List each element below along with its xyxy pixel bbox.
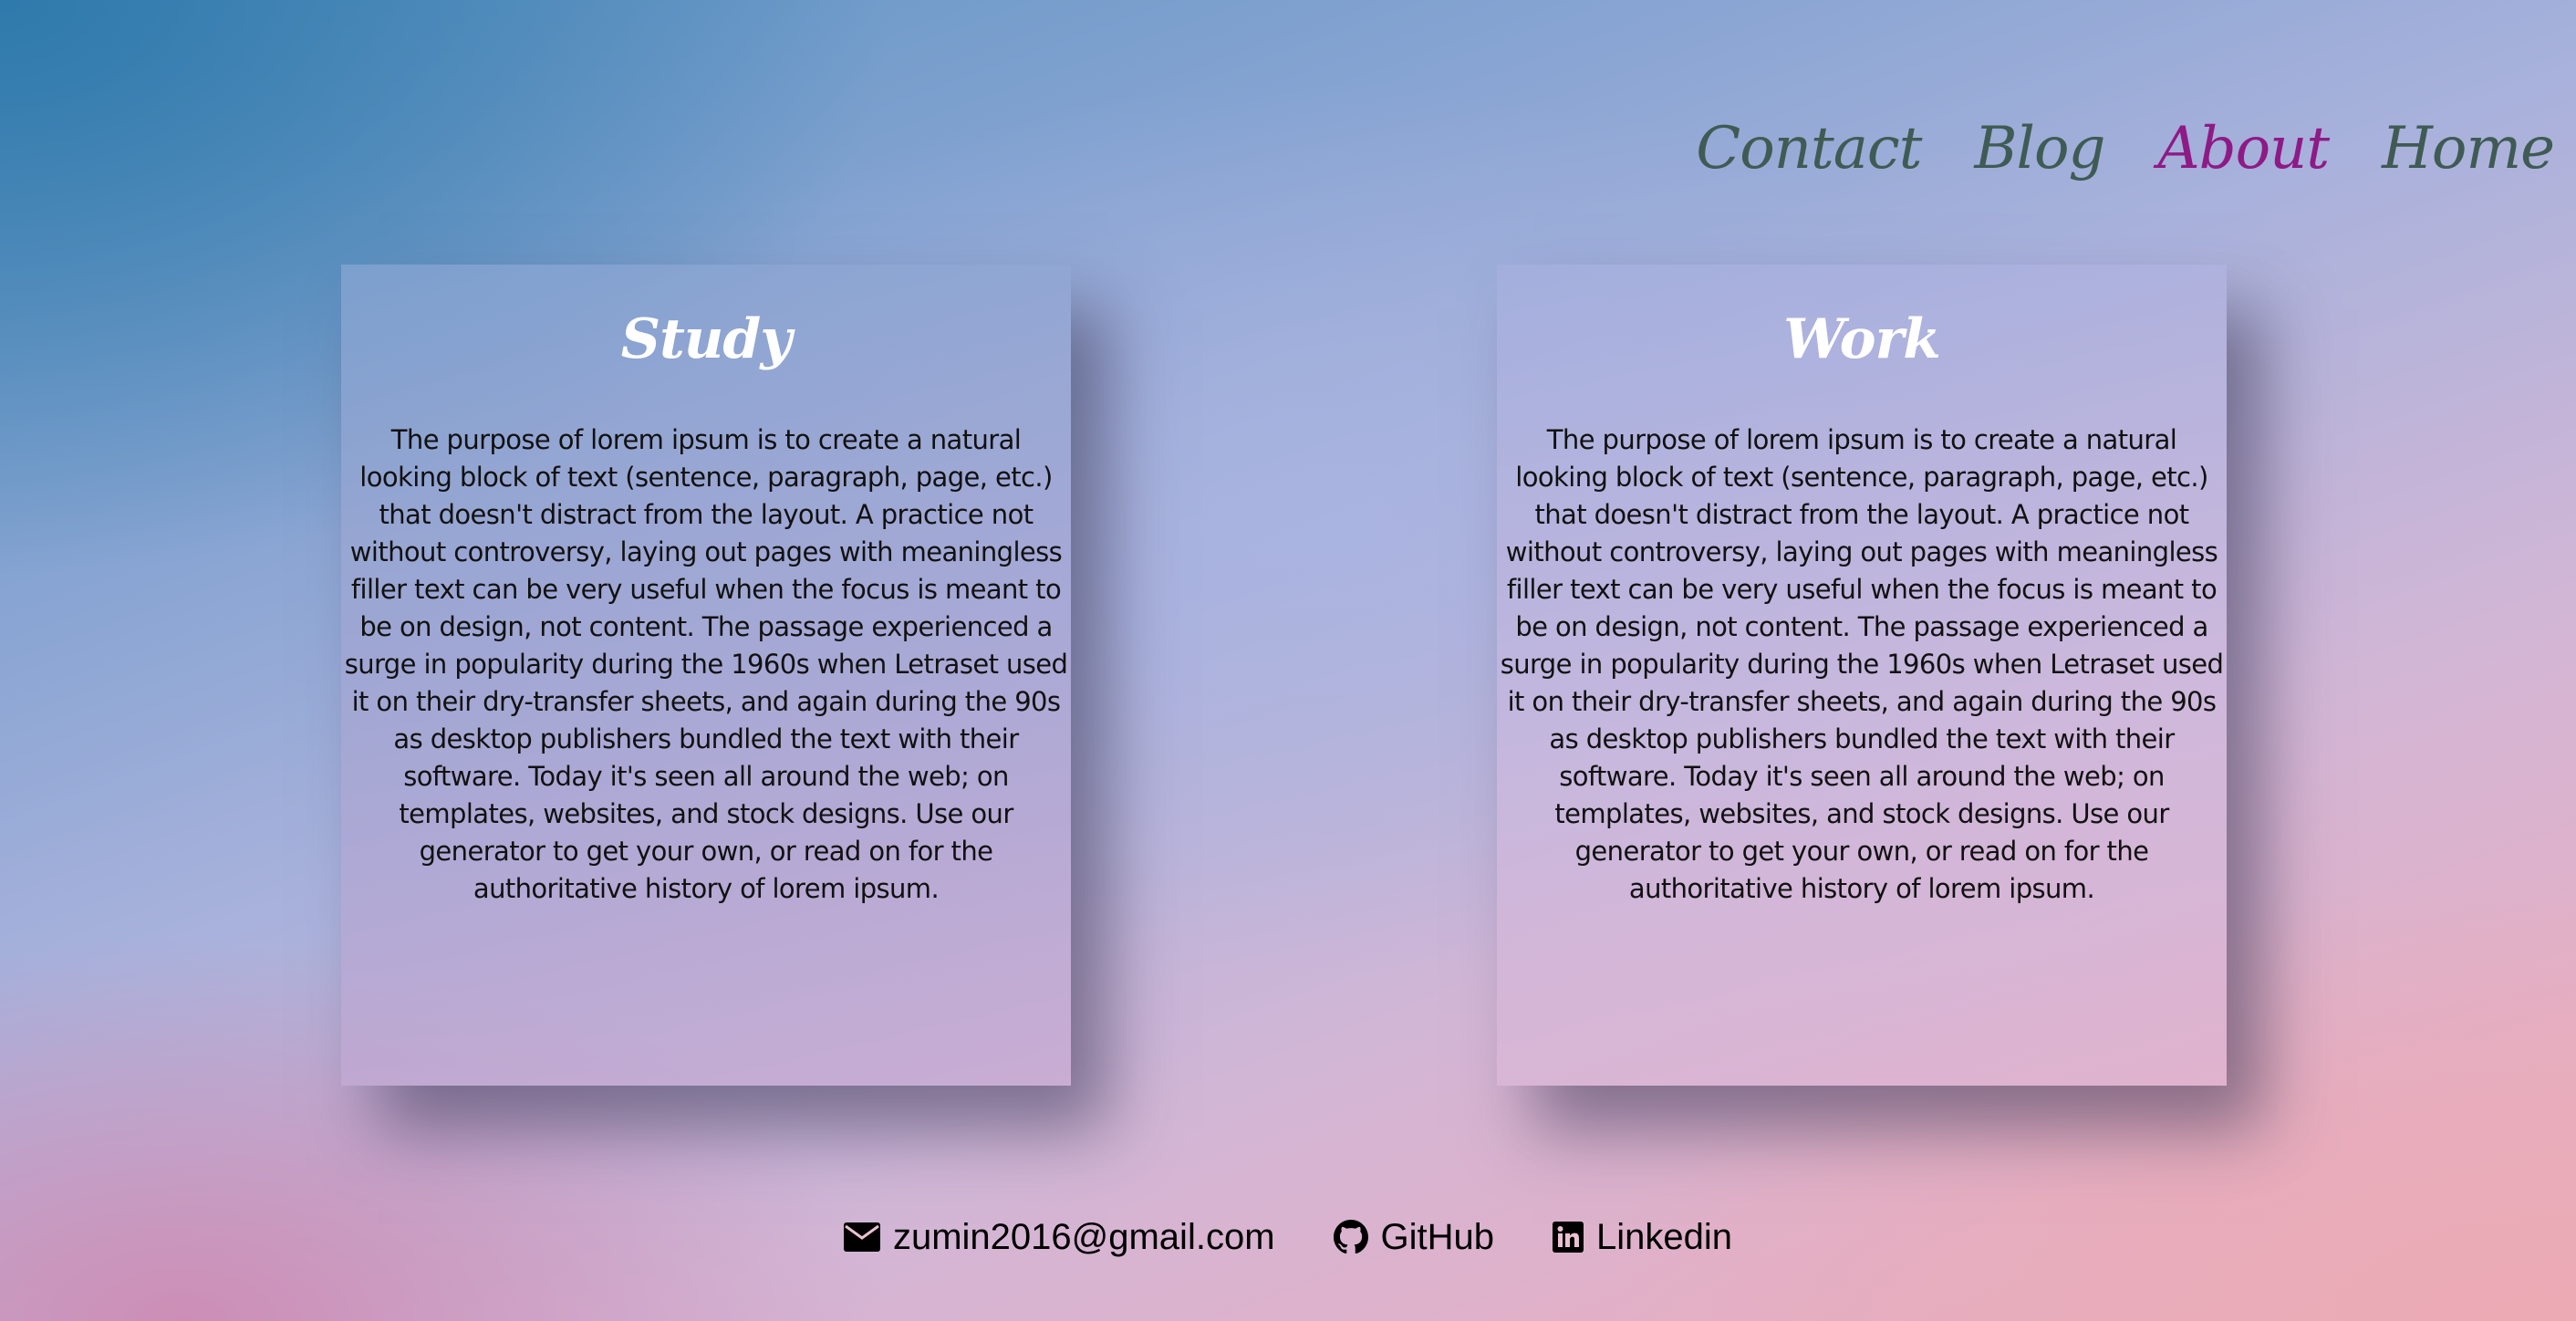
linkedin-link[interactable]: Linkedin	[1553, 1217, 1732, 1258]
work-card-title: Work	[1783, 307, 1941, 371]
github-link[interactable]: GitHub	[1333, 1216, 1495, 1258]
footer: zumin2016@gmail.com GitHub Linkedin	[0, 1210, 2576, 1264]
study-card-title: Study	[620, 307, 792, 371]
nav-link-blog[interactable]: Blog	[1974, 108, 2105, 190]
work-card-text: The purpose of lorem ipsum is to create …	[1500, 424, 2224, 904]
github-icon	[1333, 1220, 1368, 1254]
work-card: Work The purpose of lorem ipsum is to cr…	[1497, 265, 2227, 1086]
nav-link-home[interactable]: Home	[2382, 108, 2555, 190]
linkedin-label: Linkedin	[1596, 1216, 1733, 1257]
study-card: Study The purpose of lorem ipsum is to c…	[341, 265, 1071, 1086]
email-link[interactable]: zumin2016@gmail.com	[843, 1216, 1275, 1258]
email-label: zumin2016@gmail.com	[892, 1216, 1275, 1257]
main-nav: Contact Blog About Home	[1696, 108, 2555, 190]
nav-link-about[interactable]: About	[2157, 108, 2330, 190]
linkedin-icon	[1553, 1222, 1584, 1253]
github-label: GitHub	[1380, 1216, 1495, 1257]
envelope-icon	[843, 1222, 880, 1252]
study-card-text: The purpose of lorem ipsum is to create …	[344, 424, 1068, 904]
nav-link-contact[interactable]: Contact	[1696, 108, 1922, 190]
